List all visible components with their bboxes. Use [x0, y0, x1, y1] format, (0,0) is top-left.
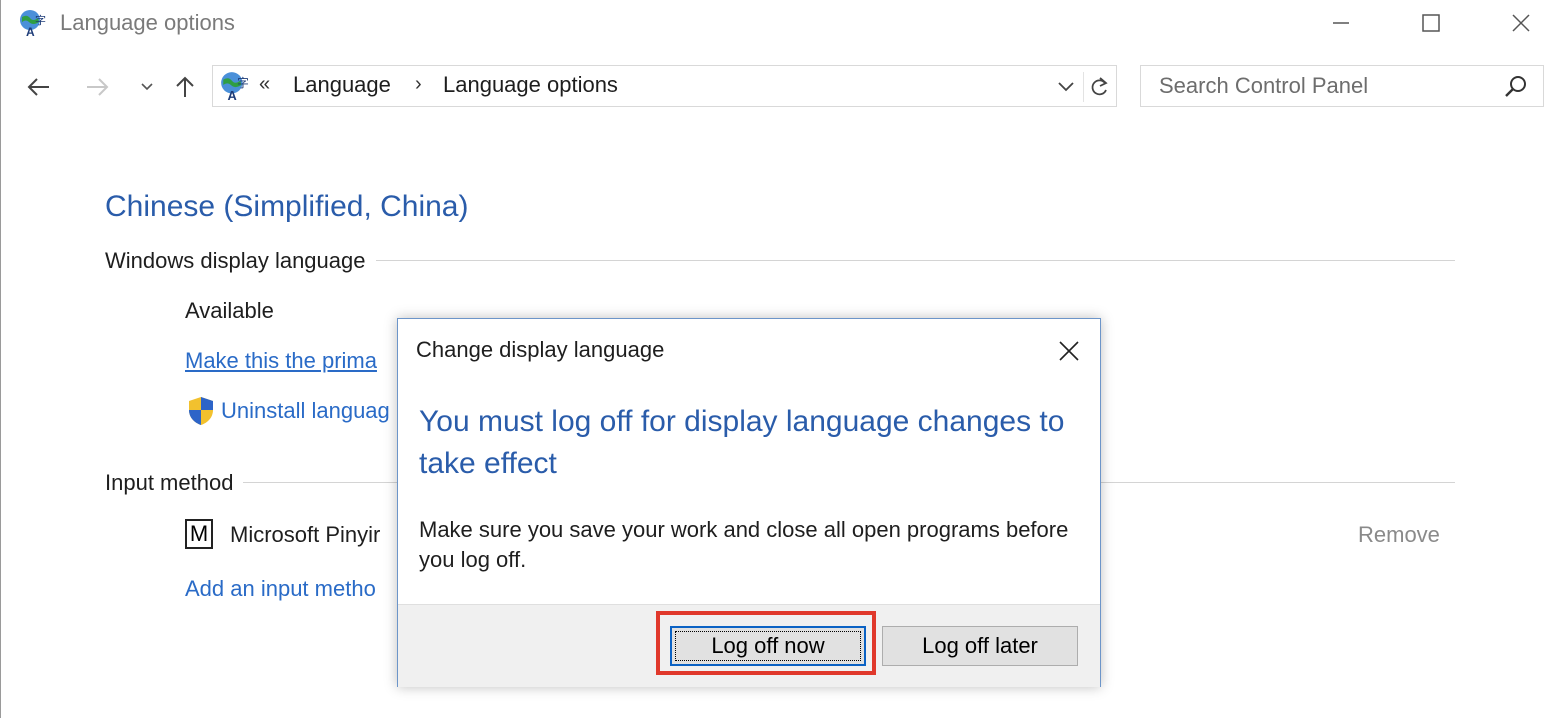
up-arrow-icon: [176, 76, 194, 97]
close-icon: [1059, 341, 1079, 361]
dialog-heading: You must log off for display language ch…: [419, 405, 1065, 480]
chevron-down-icon: [141, 83, 153, 91]
display-language-heading: Windows display language: [105, 248, 376, 274]
svg-text:A: A: [228, 88, 237, 102]
remove-ime-link[interactable]: Remove: [1358, 522, 1440, 548]
search-icon[interactable]: [1503, 74, 1529, 100]
language-title: Chinese (Simplified, China): [105, 190, 469, 223]
minimize-button[interactable]: [1318, 6, 1364, 40]
forward-button[interactable]: [80, 68, 116, 106]
breadcrumb-separator[interactable]: ›: [415, 73, 422, 96]
breadcrumb-language[interactable]: Language: [293, 72, 391, 98]
refresh-button[interactable]: [1083, 72, 1114, 102]
recent-locations-button[interactable]: [134, 68, 160, 106]
focus-rectangle: [675, 631, 861, 661]
back-button[interactable]: [20, 68, 56, 106]
maximize-button[interactable]: [1408, 6, 1454, 40]
input-method-heading: Input method: [105, 470, 244, 496]
make-primary-link[interactable]: Make this the prima: [185, 348, 377, 374]
log-off-later-button[interactable]: Log off later: [882, 626, 1078, 666]
dialog-footer: Log off now Log off later: [398, 604, 1100, 687]
up-button[interactable]: [168, 68, 202, 106]
search-input[interactable]: [1141, 66, 1509, 106]
availability-status: Available: [185, 298, 274, 323]
close-icon: [1512, 14, 1530, 32]
address-bar[interactable]: A 字 « Language › Language options: [212, 65, 1117, 107]
chevron-down-icon: [1058, 82, 1074, 92]
dialog-close-button[interactable]: [1046, 331, 1092, 371]
ime-name: Microsoft Pinyir: [230, 522, 381, 547]
uninstall-language-link[interactable]: Uninstall languag: [221, 398, 390, 424]
dialog-body: Make sure you save your work and close a…: [419, 517, 1069, 572]
refresh-icon: [1091, 77, 1108, 96]
maximize-icon: [1422, 14, 1440, 32]
language-globe-icon: A 字: [221, 72, 249, 102]
title-bar: A 字 Language options: [0, 0, 1566, 46]
dialog-title: Change display language: [416, 337, 665, 362]
svg-text:字: 字: [35, 13, 46, 27]
breadcrumb-overflow[interactable]: «: [259, 73, 270, 96]
forward-arrow-icon: [87, 78, 109, 96]
svg-text:A: A: [26, 25, 35, 38]
window-title: Language options: [60, 10, 235, 35]
close-window-button[interactable]: [1498, 6, 1544, 40]
back-arrow-icon: [27, 78, 49, 96]
svg-text:字: 字: [237, 76, 249, 90]
address-dropdown-button[interactable]: [1051, 74, 1081, 98]
log-off-later-label: Log off later: [922, 633, 1038, 658]
search-box[interactable]: [1140, 65, 1544, 107]
uac-shield-icon: [189, 397, 213, 425]
ime-badge: M: [185, 519, 213, 549]
breadcrumb-language-options[interactable]: Language options: [443, 72, 618, 98]
language-globe-icon: A 字: [20, 10, 46, 38]
change-display-language-dialog: Change display language You must log off…: [397, 318, 1101, 687]
add-input-method-link[interactable]: Add an input metho: [185, 576, 376, 602]
log-off-now-button[interactable]: Log off now: [670, 626, 866, 666]
minimize-icon: [1333, 22, 1349, 24]
